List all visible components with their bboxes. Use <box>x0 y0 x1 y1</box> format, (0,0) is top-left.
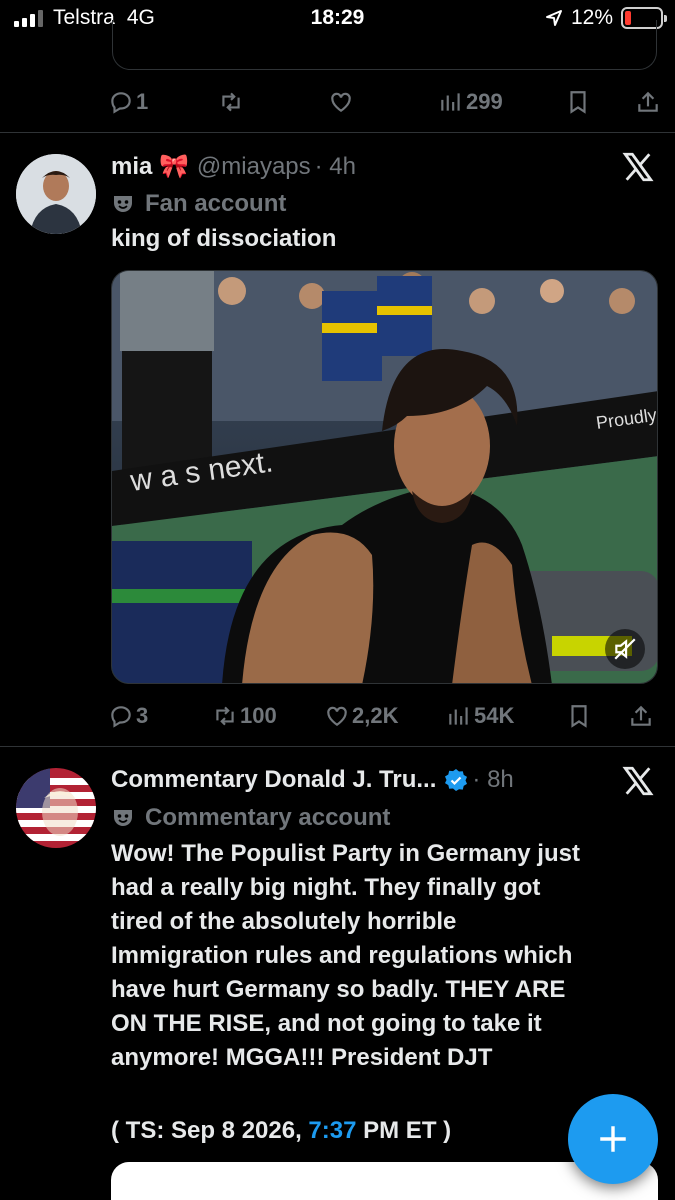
heart-icon <box>327 706 347 726</box>
views-icon <box>449 707 468 725</box>
share-button[interactable] <box>635 89 661 115</box>
like-button[interactable]: 2,2K <box>324 703 446 729</box>
retweet-button[interactable]: 100 <box>212 703 324 729</box>
retweet-count: 100 <box>240 703 277 728</box>
quoted-card[interactable] <box>112 20 657 70</box>
share-icon <box>638 91 658 112</box>
tweet-text-line: had a really big night. They finally got <box>111 874 541 901</box>
like-count: 2,2K <box>352 703 399 728</box>
views-count: 54K <box>474 703 515 728</box>
avatar[interactable] <box>16 154 96 234</box>
verified-badge-icon <box>445 769 468 791</box>
account-label-text: Commentary account <box>145 804 391 831</box>
views-button[interactable]: 54K <box>446 703 566 729</box>
ts-prefix: ( TS: Sep 8 2026, <box>111 1117 309 1144</box>
tweet-text-line: anymore! MGGA!!! President DJT <box>111 1044 493 1071</box>
share-icon <box>631 705 651 726</box>
mask-icon <box>114 810 132 826</box>
tweet-header: mia 🎀 @miayaps · 4h <box>111 152 356 181</box>
plus-icon <box>600 1126 626 1152</box>
x-logo-icon[interactable] <box>621 150 655 184</box>
reply-count: 3 <box>136 703 149 728</box>
tweet-actions: 3 100 2,2K 54K <box>108 696 663 736</box>
views-button[interactable]: 299 <box>438 89 565 115</box>
heart-icon <box>331 92 351 112</box>
like-button[interactable] <box>328 89 438 115</box>
tweet-text: Wow! The Populist Party in Germany just … <box>111 837 656 1075</box>
ts-link[interactable]: 7:37 <box>308 1117 356 1144</box>
tweet-text: king of dissociation <box>111 225 337 252</box>
avatar-image <box>16 154 96 234</box>
quoted-card[interactable] <box>111 1162 658 1200</box>
mask-icon <box>114 196 132 212</box>
display-name[interactable]: Commentary Donald J. Tru... <box>111 766 436 794</box>
tweet-text-line: Immigration rules and regulations which <box>111 942 573 969</box>
avatar-flag-image <box>16 768 96 848</box>
account-label: Commentary account <box>111 804 390 832</box>
account-label: Fan account <box>111 190 286 218</box>
retweet-button[interactable] <box>218 89 328 115</box>
reply-icon <box>111 706 131 728</box>
retweet-icon <box>222 92 240 112</box>
retweet-icon <box>216 706 234 726</box>
account-label-text: Fan account <box>145 190 287 217</box>
reply-icon <box>111 92 131 114</box>
x-logo-icon[interactable] <box>621 764 655 798</box>
bookmark-button[interactable] <box>566 703 628 729</box>
reply-count: 1 <box>136 89 149 114</box>
tweet-text-line: tired of the absolutely horrible <box>111 908 457 935</box>
tweet-text-line: ON THE RISE, and not going to take it <box>111 1010 542 1037</box>
tweet-text-line: Wow! The Populist Party in Germany just <box>111 840 580 867</box>
bookmark-icon <box>570 91 586 114</box>
handle[interactable]: @miayaps <box>197 153 311 181</box>
reply-button[interactable]: 1 <box>108 89 218 115</box>
avatar[interactable] <box>16 768 96 848</box>
bookmark-icon <box>571 705 587 728</box>
display-name[interactable]: mia 🎀 <box>111 152 189 181</box>
tweet-header: Commentary Donald J. Tru... · 8h <box>111 766 514 794</box>
divider <box>0 132 675 133</box>
top-tweet-actions: 1 299 <box>108 82 663 122</box>
mute-icon[interactable] <box>612 636 638 662</box>
tweet-text-line: have hurt Germany so badly. THEY ARE <box>111 976 566 1003</box>
video-frame: w a s next. Proudly <box>112 271 657 683</box>
reply-button[interactable]: 3 <box>108 703 212 729</box>
tweet-video[interactable]: w a s next. Proudly <box>111 270 658 684</box>
bookmark-button[interactable] <box>565 89 635 115</box>
compose-button[interactable] <box>568 1094 658 1184</box>
timestamp[interactable]: · 4h <box>315 153 356 181</box>
ts-suffix: PM ET ) <box>356 1117 452 1144</box>
timestamp[interactable]: · 8h <box>472 766 513 794</box>
views-count: 299 <box>466 89 503 114</box>
views-icon <box>441 93 460 111</box>
divider <box>0 746 675 747</box>
share-button[interactable] <box>628 703 654 729</box>
